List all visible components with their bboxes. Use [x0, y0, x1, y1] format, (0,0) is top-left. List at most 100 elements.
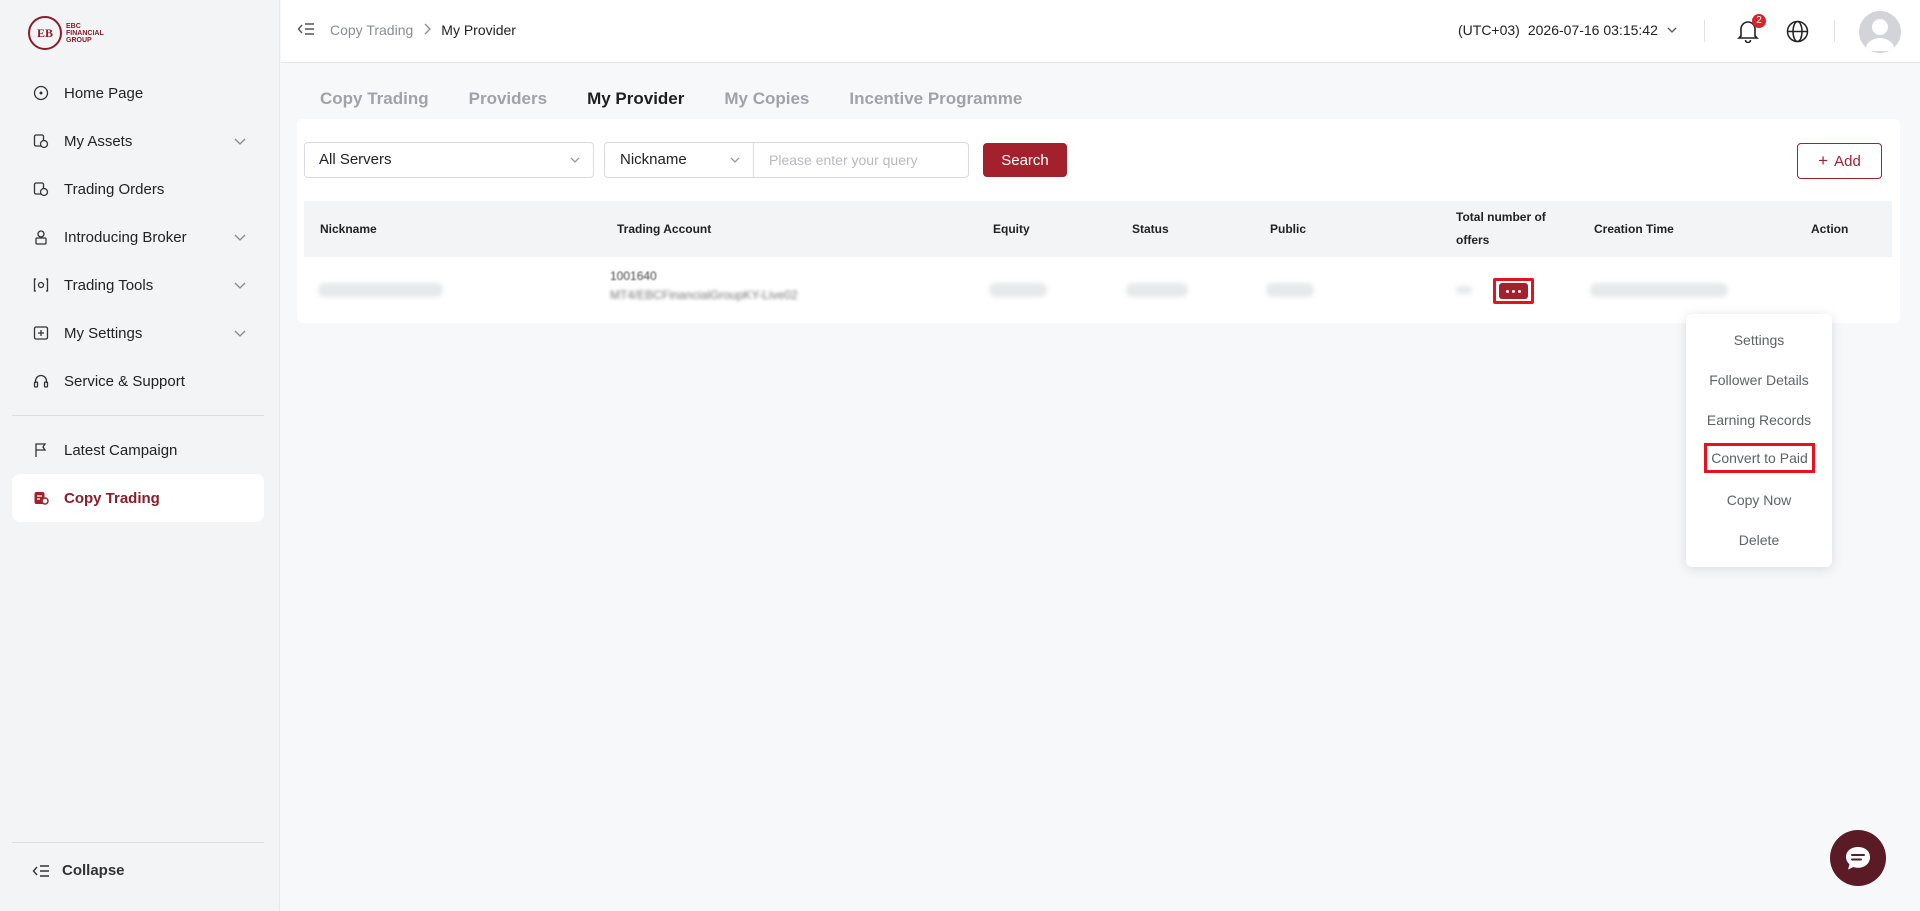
chat-bubble-icon — [1846, 847, 1870, 870]
orders-icon — [32, 180, 50, 198]
sidebar-item-label: Trading Orders — [64, 180, 165, 198]
chevron-down-icon — [730, 157, 740, 163]
chevron-down-icon — [234, 234, 246, 241]
breadcrumb: Copy Trading My Provider — [330, 22, 516, 38]
creation-time-cell — [1590, 283, 1728, 297]
breadcrumb-copy-trading[interactable]: Copy Trading — [330, 22, 413, 38]
menu-divider — [12, 415, 264, 416]
header-divider — [1834, 20, 1835, 42]
chevron-right-icon — [423, 22, 432, 38]
chevron-down-icon — [234, 330, 246, 337]
collapse-button[interactable]: Collapse — [32, 862, 125, 879]
add-label: Add — [1834, 152, 1861, 170]
column-header-action: Action — [1811, 221, 1849, 236]
notification-badge: 2 — [1752, 14, 1766, 28]
avatar[interactable] — [1859, 11, 1901, 53]
plus-icon: + — [1818, 151, 1829, 170]
menu-item-copy-now[interactable]: Copy Now — [1686, 490, 1832, 510]
chat-button[interactable] — [1830, 830, 1886, 886]
headset-icon — [32, 372, 50, 390]
column-header-status: Status — [1132, 221, 1169, 236]
menu-item-delete[interactable]: Delete — [1686, 530, 1832, 550]
column-header-equity: Equity — [993, 221, 1030, 236]
sidebar-item-label: Trading Tools — [64, 276, 154, 294]
menu-item-convert-to-paid[interactable]: Convert to Paid — [1704, 443, 1815, 473]
breadcrumb-my-provider: My Provider — [441, 22, 516, 38]
more-actions-button[interactable] — [1493, 278, 1534, 304]
header-divider — [1704, 20, 1705, 42]
tab-my-provider[interactable]: My Provider — [587, 89, 684, 123]
datetime-label: 2026-07-16 03:15:42 — [1527, 22, 1658, 38]
tab-incentive-programme[interactable]: Incentive Programme — [849, 89, 1022, 123]
account-number: 1001640 — [610, 269, 657, 283]
sidebar-item-my-assets[interactable]: My Assets — [12, 117, 264, 165]
sidebar-item-trading-orders[interactable]: Trading Orders — [12, 165, 264, 213]
collapse-label: Collapse — [62, 862, 125, 879]
collapse-icon — [32, 864, 49, 877]
column-header-creation-time: Creation Time — [1594, 221, 1674, 236]
offers-cell — [1456, 286, 1472, 294]
chevron-down-icon — [234, 138, 246, 145]
menu-item-follower-details[interactable]: Follower Details — [1686, 370, 1832, 390]
sidebar-item-label: Latest Campaign — [64, 441, 178, 459]
chevron-down-icon — [570, 157, 580, 163]
top-header: Copy Trading My Provider (UTC+03) 2026-0… — [281, 0, 1920, 63]
collapse-divider — [12, 842, 264, 843]
sidebar-item-introducing-broker[interactable]: Introducing Broker — [12, 213, 264, 261]
provider-panel: All Servers Nickname Search + Add Nickna… — [297, 119, 1900, 323]
column-header-nickname: Nickname — [320, 221, 377, 236]
sidebar-item-my-settings[interactable]: My Settings — [12, 309, 264, 357]
column-header-public: Public — [1270, 221, 1307, 236]
search-input[interactable] — [753, 142, 969, 178]
menu-item-settings[interactable]: Settings — [1686, 330, 1832, 350]
home-icon — [32, 84, 50, 102]
action-menu: Settings Follower Details Earning Record… — [1686, 314, 1832, 567]
brand-logo[interactable]: EB EBC FINANCIAL GROUP — [28, 16, 104, 50]
timezone-selector[interactable]: (UTC+03) 2026-07-16 03:15:42 — [1458, 22, 1678, 38]
server-select[interactable]: All Servers — [304, 142, 594, 178]
tab-providers[interactable]: Providers — [469, 89, 547, 123]
chevron-down-icon — [234, 282, 246, 289]
status-cell — [1126, 283, 1188, 297]
copy-trading-icon — [32, 489, 50, 507]
sidebar-item-label: Home Page — [64, 84, 144, 102]
account-server: MT4/EBCFinancialGroupKY-Live02 — [610, 288, 798, 302]
column-header-total-offers: Total number of offers — [1456, 210, 1546, 247]
sidebar-item-label: My Assets — [64, 132, 133, 150]
tab-my-copies[interactable]: My Copies — [724, 89, 809, 123]
menu-item-earning-records[interactable]: Earning Records — [1686, 410, 1832, 430]
tools-icon — [32, 276, 50, 294]
sidebar-item-home-page[interactable]: Home Page — [12, 69, 264, 117]
sidebar-item-copy-trading[interactable]: Copy Trading — [12, 474, 264, 522]
sidebar-item-label: My Settings — [64, 324, 143, 342]
tab-bar: Copy Trading Providers My Provider My Co… — [320, 89, 1062, 123]
logo-mark-icon: EB — [28, 16, 62, 50]
table-header: Nickname Trading Account Equity Status P… — [304, 201, 1892, 257]
logo-text: EBC FINANCIAL GROUP — [66, 22, 104, 44]
sidebar-menu: Home Page My Assets Trading Orders Intro… — [12, 69, 264, 522]
tab-copy-trading[interactable]: Copy Trading — [320, 89, 429, 123]
menu-toggle-icon[interactable] — [297, 22, 315, 36]
public-cell — [1266, 283, 1314, 297]
timezone-label: (UTC+03) — [1458, 22, 1520, 38]
field-select-value: Nickname — [620, 151, 687, 168]
add-button[interactable]: + Add — [1797, 143, 1882, 179]
sidebar-item-label: Copy Trading — [64, 489, 160, 507]
flag-icon — [32, 441, 50, 459]
column-header-trading-account: Trading Account — [617, 221, 712, 236]
sidebar-item-trading-tools[interactable]: Trading Tools — [12, 261, 264, 309]
globe-icon[interactable] — [1786, 20, 1809, 43]
field-select[interactable]: Nickname — [604, 142, 754, 178]
server-select-value: All Servers — [319, 151, 392, 168]
sidebar-item-label: Service & Support — [64, 372, 185, 390]
sidebar-item-latest-campaign[interactable]: Latest Campaign — [12, 426, 264, 474]
sidebar-item-service-support[interactable]: Service & Support — [12, 357, 264, 405]
chevron-down-icon — [1667, 27, 1677, 33]
table-row: 1001640 MT4/EBCFinancialGroupKY-Live02 — [304, 257, 1892, 323]
search-button[interactable]: Search — [983, 143, 1067, 177]
nickname-cell — [318, 283, 443, 297]
broker-icon — [32, 228, 50, 246]
settings-icon — [32, 324, 50, 342]
assets-icon — [32, 132, 50, 150]
equity-cell — [989, 283, 1047, 297]
